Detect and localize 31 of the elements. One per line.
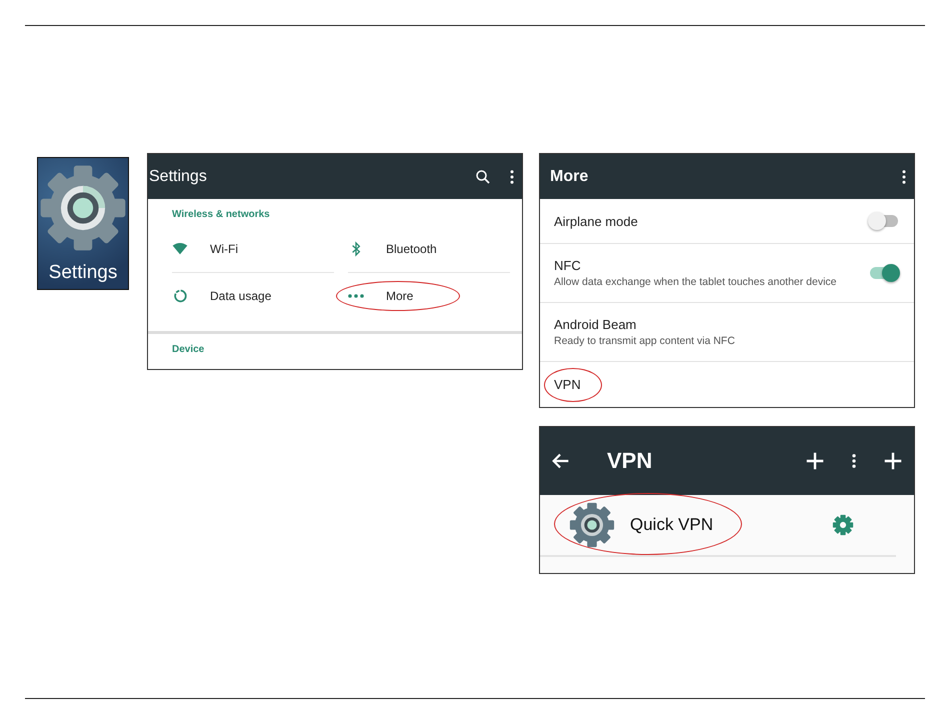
setting-title[interactable]: VPN [554, 377, 581, 392]
setting-description: Ready to transmit app content via NFC [554, 335, 735, 347]
plus-icon[interactable] [804, 450, 826, 472]
screen-title: VPN [606, 448, 654, 474]
app-label: Settings [48, 262, 118, 284]
settings-item[interactable]: Data usage [172, 288, 272, 304]
settings-item[interactable]: More [348, 289, 414, 303]
more-options-icon[interactable] [850, 452, 858, 470]
more-options-icon[interactable] [900, 168, 908, 186]
toggle-switch[interactable] [870, 267, 898, 279]
settings-item[interactable]: Wi-Fi [172, 241, 238, 257]
section-header: Wireless & networks [172, 209, 271, 220]
settings-item[interactable]: Bluetooth [348, 241, 437, 257]
section-header: Device [172, 344, 206, 355]
plus-icon[interactable] [882, 450, 904, 472]
settings-app-icon[interactable]: Settings [37, 157, 129, 290]
wifi-icon [172, 241, 188, 257]
setting-title[interactable]: NFC [554, 258, 837, 273]
setting-description: Allow data exchange when the tablet touches another device [554, 276, 837, 288]
vpn-profile-name[interactable]: Quick VPN [630, 515, 714, 535]
settings-icon[interactable] [832, 514, 854, 536]
screen-title: More [549, 168, 590, 186]
setting-title[interactable]: Android Beam [554, 317, 735, 332]
more-options-icon[interactable] [508, 168, 516, 186]
screen-title: Settings [149, 168, 208, 186]
search-icon[interactable] [474, 168, 492, 186]
setting-title[interactable]: Airplane mode [554, 214, 638, 228]
toggle-switch[interactable] [870, 215, 898, 227]
gear-icon [568, 501, 616, 549]
dots-icon [348, 293, 364, 299]
data-usage-icon [172, 288, 188, 304]
